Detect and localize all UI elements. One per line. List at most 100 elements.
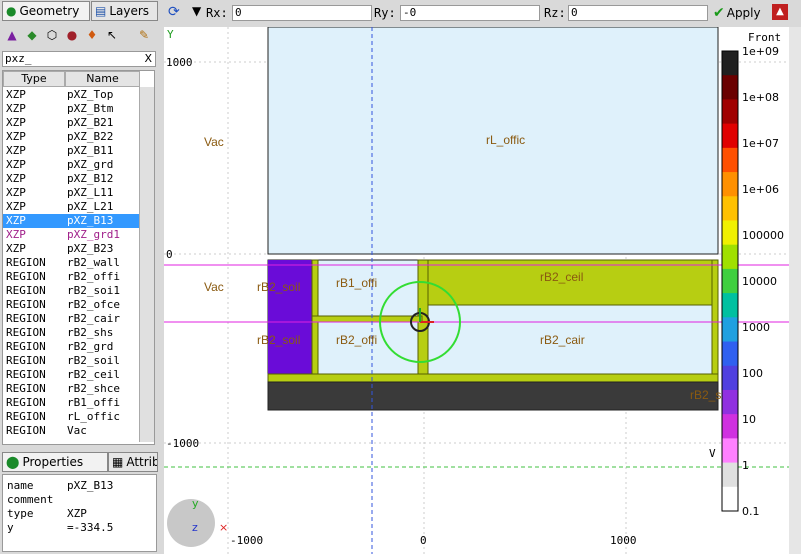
x-tick-0: 0 [420,534,427,547]
list-item[interactable]: XZP pXZ_B12 [3,172,139,186]
list-item[interactable]: REGION rB2_soi1 [3,284,139,298]
geometry-viewport[interactable]: Vac rL_offic Vac rB2_soil rB1_offi rB2_c… [164,27,801,554]
list-item[interactable]: REGION rB2_ceil [3,368,139,382]
y-tick-0: 0 [166,248,173,261]
list-item-type: XZP [6,158,26,171]
material-filter-button[interactable]: ● [63,26,81,44]
list-item-name: pXZ_B23 [67,242,114,255]
colorbar-tick-label: 1 [742,459,749,472]
colorbar-tick-label: 100000 [742,229,784,242]
property-value[interactable]: =-334.5 [67,521,113,534]
cone-icon: ▲ [7,28,17,42]
list-item[interactable]: XZP pXZ_L11 [3,186,139,200]
colorbar-segment [722,172,738,197]
list-item[interactable]: XZP pXZ_B13 [3,214,139,228]
list-item-name: rB2_cair [67,312,120,325]
list-item[interactable]: REGION rB2_offi [3,270,139,284]
list-item[interactable]: REGION Vac [3,424,139,438]
list-item[interactable]: REGION rB2_shce [3,382,139,396]
pin-icon: ♦ [86,28,98,42]
column-header-type[interactable]: Type [3,71,65,87]
list-item[interactable]: REGION rB2_shs [3,326,139,340]
colorbar-segment [722,244,738,270]
refresh-icon[interactable]: ⟳ [168,4,180,20]
region-rb2-grd[interactable] [267,373,719,383]
list-item-type: REGION [6,410,46,423]
list-item[interactable]: REGION rB2_cair [3,312,139,326]
list-item[interactable]: XZP pXZ_B22 [3,130,139,144]
colorbar: 1e+091e+081e+071e+0610000010000100010010… [721,45,784,518]
colorbar-tick-label: 10000 [742,275,777,288]
filter-field[interactable]: X [2,51,156,67]
colorbar-tick-label: 1e+07 [742,137,779,150]
colorbar-tick-label: 1000 [742,321,770,334]
tab-attributes[interactable]: ▦ Attributes [108,452,158,472]
list-item[interactable]: XZP pXZ_grd [3,158,139,172]
colorbar-tick-label: 10 [742,413,756,426]
viewport-canvas[interactable]: Vac rL_offic Vac rB2_soil rB1_offi rB2_c… [164,27,801,554]
list-item-name: rB2_ceil [67,368,120,381]
list-item-name: rL_offic [67,410,120,423]
body-filter-button[interactable]: ▲ [3,26,21,44]
filter-input[interactable] [3,52,137,65]
dropdown-arrow-icon[interactable]: ▼ [192,4,201,18]
list-item-name: rB2_soil [67,354,120,367]
region-rb2-wall[interactable] [268,260,312,374]
lattice-icon: ⬡ [46,28,58,42]
rx-input[interactable]: 0 [232,5,372,21]
list-item-name: pXZ_B21 [67,116,114,129]
orientation-widget[interactable] [167,499,215,547]
rx-label: Rx: [206,6,228,20]
colorbar-segment [722,220,738,246]
list-item[interactable]: XZP pXZ_B11 [3,144,139,158]
list-item[interactable]: XZP pXZ_Top [3,88,139,102]
list-item[interactable]: REGION rL_offic [3,410,139,424]
brush-icon: ✎ [138,28,150,42]
colorbar-tick-label: 0.1 [742,505,760,518]
column-header-name[interactable]: Name [65,71,140,87]
view-label-front: Front [748,31,781,44]
apply-button[interactable]: ✔ Apply [713,3,761,22]
ry-input[interactable]: -0 [400,5,540,21]
warning-icon[interactable]: ▲ [772,4,788,20]
list-item[interactable]: REGION rB2_ofce [3,298,139,312]
list-scrollbar[interactable] [139,87,154,442]
card-filter-button[interactable]: ♦ [83,26,101,44]
property-key: y [7,521,14,534]
lattice-filter-button[interactable]: ⬡ [43,26,61,44]
list-item-name: pXZ_grd1 [67,228,120,241]
list-item[interactable]: XZP pXZ_L21 [3,200,139,214]
object-list[interactable]: Type Name XZP pXZ_Top XZP pXZ_Btm XZP pXZ_B21… [2,70,155,445]
tab-layers[interactable]: ▤ Layers [91,1,158,21]
tab-geometry[interactable]: ● Geometry [2,1,90,21]
list-item[interactable]: REGION rB1_offi [3,396,139,410]
list-item[interactable]: REGION rB2_soil [3,354,139,368]
tab-properties[interactable]: ⬤ Properties [2,452,108,472]
paint-tool-button[interactable]: ✎ [135,26,153,44]
select-tool-button[interactable]: ↖ [103,26,121,44]
list-item[interactable]: REGION rB2_grd [3,340,139,354]
clear-filter-button[interactable]: X [144,52,152,65]
rz-input[interactable]: 0 [568,5,708,21]
property-value[interactable]: XZP [67,507,87,520]
colorbar-segment [722,365,738,391]
list-item[interactable]: REGION rB2_wall [3,256,139,270]
list-item-type: REGION [6,312,46,325]
region-rb2-soil[interactable] [267,381,719,411]
property-value[interactable]: pXZ_B13 [67,479,113,492]
label-vac-lower: Vac [204,280,224,294]
viewport-scrollbar[interactable] [789,27,801,554]
list-item-type: REGION [6,270,46,283]
list-item[interactable]: XZP pXZ_Btm [3,102,139,116]
list-item-type: REGION [6,284,46,297]
list-item-name: rB2_shce [67,382,120,395]
region-filter-button[interactable]: ◆ [23,26,41,44]
list-item-name: pXZ_grd [67,158,114,171]
colorbar-segment [722,317,738,343]
list-item[interactable]: XZP pXZ_B21 [3,116,139,130]
list-item[interactable]: XZP pXZ_grd1 [3,228,139,242]
label-rb2-ceil: rB2_ceil [540,270,583,284]
label-rb2-soil-upper: rB2_soil [257,280,300,294]
sphere-icon: ● [66,28,78,42]
list-item[interactable]: XZP pXZ_B23 [3,242,139,256]
